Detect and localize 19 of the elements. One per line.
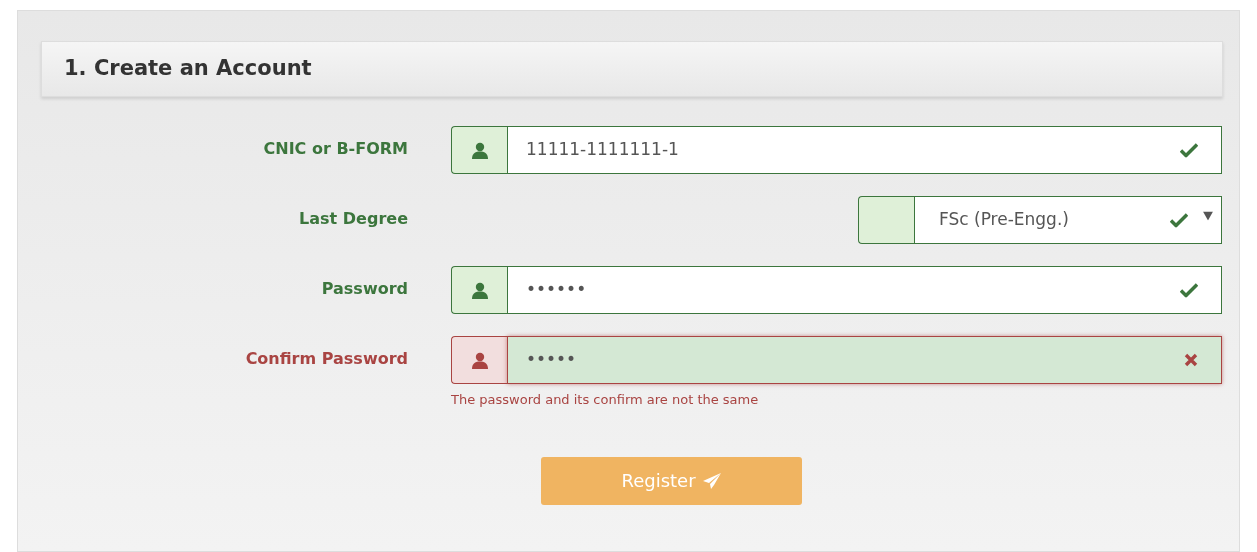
degree-select[interactable]: FSc (Pre-Engg.) — [914, 196, 1222, 244]
check-icon — [1180, 142, 1198, 158]
input-field[interactable]: ••••• — [507, 336, 1222, 384]
input-field[interactable]: •••••• — [507, 266, 1222, 314]
user-icon — [471, 141, 488, 159]
field-label: Password — [320, 278, 408, 300]
check-icon — [1180, 282, 1198, 298]
field-label: Last Degree — [298, 208, 408, 230]
section-title: 1. Create an Account — [64, 56, 312, 82]
user-icon — [471, 281, 488, 299]
cross-icon — [1184, 353, 1198, 367]
input-field[interactable]: 11111-1111111-1 — [507, 126, 1222, 174]
send-icon — [701, 471, 722, 490]
error-message: The password and its confirm are not the same — [451, 391, 760, 409]
field-label: Confirm Password — [244, 348, 408, 370]
user-icon — [471, 351, 488, 369]
caret-icon — [1203, 211, 1213, 221]
check-icon — [1170, 212, 1188, 228]
field-label: CNIC or B-FORM — [262, 138, 408, 160]
